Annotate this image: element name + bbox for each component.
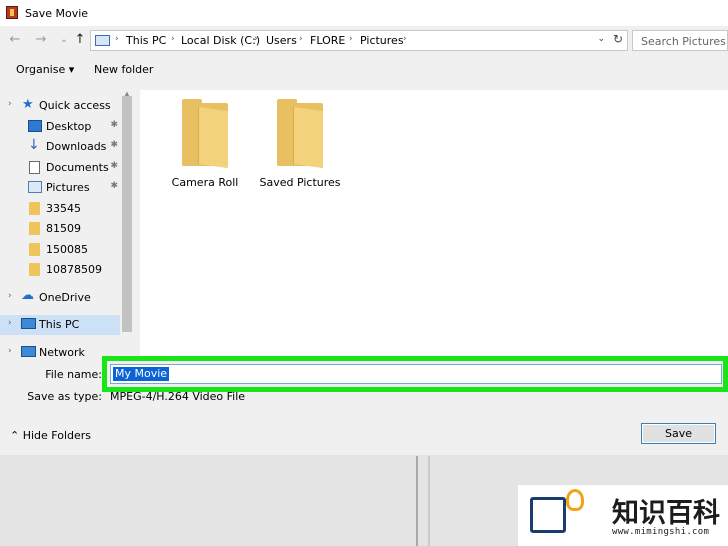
folder-label: Saved Pictures xyxy=(259,176,341,189)
star-icon: ★ xyxy=(22,97,34,112)
sidebar-label: 33545 xyxy=(46,202,81,215)
expand-chevron-icon[interactable]: › xyxy=(8,99,12,109)
back-arrow-icon[interactable]: ← xyxy=(6,30,24,50)
sidebar-item-desktop[interactable]: Desktop ✱ xyxy=(0,117,120,137)
sidebar-item-150085[interactable]: 150085 xyxy=(0,240,120,260)
film-icon xyxy=(6,6,18,19)
breadcrumb-separator: › xyxy=(254,34,258,44)
breadcrumb-this-pc[interactable]: This PC xyxy=(126,34,166,47)
sidebar-label: 150085 xyxy=(46,243,88,256)
desktop-icon xyxy=(28,120,42,132)
search-placeholder: Search Pictures xyxy=(641,35,726,48)
organise-menu-button[interactable]: Organise ▾ xyxy=(16,63,74,76)
sidebar-label: This PC xyxy=(39,318,80,331)
breadcrumb-flore[interactable]: FLORE xyxy=(310,34,345,47)
sidebar-label: 81509 xyxy=(46,222,81,235)
documents-icon xyxy=(29,161,40,174)
sidebar-label: Quick access xyxy=(39,99,111,112)
save-dialog: Save Movie ← → ⌄ ↑ › This PC › Local Dis… xyxy=(0,0,728,455)
navigation-pane: › ★ Quick access Desktop ✱ ↓ Downloads ✱… xyxy=(0,90,134,360)
sidebar-item-81509[interactable]: 81509 xyxy=(0,219,120,239)
network-icon xyxy=(21,346,36,357)
computer-icon xyxy=(21,318,36,329)
up-arrow-icon[interactable]: ↑ xyxy=(71,30,89,50)
title-bar: Save Movie xyxy=(0,0,728,26)
breadcrumb-separator: › xyxy=(403,34,407,44)
folder-item-saved-pictures[interactable]: Saved Pictures xyxy=(250,95,341,195)
address-bar[interactable]: › This PC › Local Disk (C:) › Users › FL… xyxy=(90,30,628,51)
sidebar-label: Desktop xyxy=(46,120,92,133)
sidebar-item-onedrive[interactable]: › ☁ OneDrive xyxy=(0,288,120,308)
pin-icon: ✱ xyxy=(110,161,118,171)
pin-icon: ✱ xyxy=(110,181,118,191)
refresh-icon[interactable]: ↻ xyxy=(613,32,623,46)
chevron-up-icon: ⌃ xyxy=(10,429,23,442)
sidebar-label: Pictures xyxy=(46,181,90,194)
file-name-label: File name: xyxy=(45,368,102,381)
breadcrumb-separator: › xyxy=(171,34,175,44)
folder-icon xyxy=(29,243,40,256)
address-dropdown-chevron-icon[interactable]: ⌄ xyxy=(597,34,605,44)
background-panel xyxy=(0,456,418,546)
breadcrumb-separator: › xyxy=(349,34,353,44)
sidebar-item-10878509[interactable]: 10878509 xyxy=(0,260,120,280)
file-list-pane: Camera Roll Saved Pictures xyxy=(140,90,728,360)
sidebar-label: OneDrive xyxy=(39,291,91,304)
downloads-icon: ↓ xyxy=(28,137,40,153)
pin-icon: ✱ xyxy=(110,120,118,130)
watermark-logo: 知识百科 www.mimingshi.com xyxy=(518,485,728,546)
sidebar-item-this-pc[interactable]: › This PC xyxy=(0,315,120,335)
hide-folders-button[interactable]: ⌃ Hide Folders xyxy=(10,429,91,442)
folder-item-camera-roll[interactable]: Camera Roll xyxy=(155,95,245,195)
lightbulb-icon xyxy=(566,489,584,511)
folder-icon xyxy=(29,202,40,215)
expand-chevron-icon[interactable]: › xyxy=(8,318,12,328)
sidebar-scrollbar[interactable] xyxy=(121,96,133,358)
breadcrumb-separator: › xyxy=(115,34,119,44)
pictures-icon xyxy=(28,181,42,193)
new-folder-button[interactable]: New folder xyxy=(94,63,153,76)
sidebar-item-quick-access[interactable]: › ★ Quick access xyxy=(0,96,120,116)
save-button[interactable]: Save xyxy=(641,423,716,444)
pin-icon: ✱ xyxy=(110,140,118,150)
folder-front xyxy=(293,106,323,169)
breadcrumb-separator: › xyxy=(299,34,303,44)
toolbar: Organise ▾ New folder xyxy=(0,58,728,81)
sidebar-item-33545[interactable]: 33545 xyxy=(0,199,120,219)
divider xyxy=(428,456,430,546)
computer-icon xyxy=(95,35,110,46)
hide-folders-label: Hide Folders xyxy=(22,429,92,442)
folder-icon xyxy=(29,263,40,276)
sidebar-item-downloads[interactable]: ↓ Downloads ✱ xyxy=(0,137,120,157)
sidebar-label: Network xyxy=(39,346,85,359)
expand-chevron-icon[interactable]: › xyxy=(8,346,12,356)
sidebar-item-documents[interactable]: Documents ✱ xyxy=(0,158,120,178)
book-icon xyxy=(530,497,566,533)
highlight-box xyxy=(102,356,728,392)
breadcrumb-local-disk[interactable]: Local Disk (C:) xyxy=(181,34,260,47)
expand-chevron-icon[interactable]: › xyxy=(8,291,12,301)
breadcrumb-pictures[interactable]: Pictures xyxy=(360,34,404,47)
save-as-type-label: Save as type: xyxy=(27,390,102,403)
window-title: Save Movie xyxy=(25,7,89,20)
search-box[interactable]: Search Pictures xyxy=(632,30,728,51)
watermark-text: 知识百科 xyxy=(612,498,720,529)
breadcrumb-users[interactable]: Users xyxy=(266,34,297,47)
scrollbar-thumb[interactable] xyxy=(122,96,132,332)
cloud-icon: ☁ xyxy=(21,288,34,303)
sidebar-item-pictures[interactable]: Pictures ✱ xyxy=(0,178,120,198)
watermark-url: www.mimingshi.com xyxy=(612,527,710,537)
forward-arrow-icon[interactable]: → xyxy=(32,30,50,50)
folder-label: Camera Roll xyxy=(171,176,239,189)
sidebar-label: Downloads xyxy=(46,140,107,153)
sidebar-label: Documents xyxy=(46,161,109,174)
folder-icon xyxy=(29,222,40,235)
sidebar-label: 10878509 xyxy=(46,263,102,276)
folder-front xyxy=(198,106,228,169)
